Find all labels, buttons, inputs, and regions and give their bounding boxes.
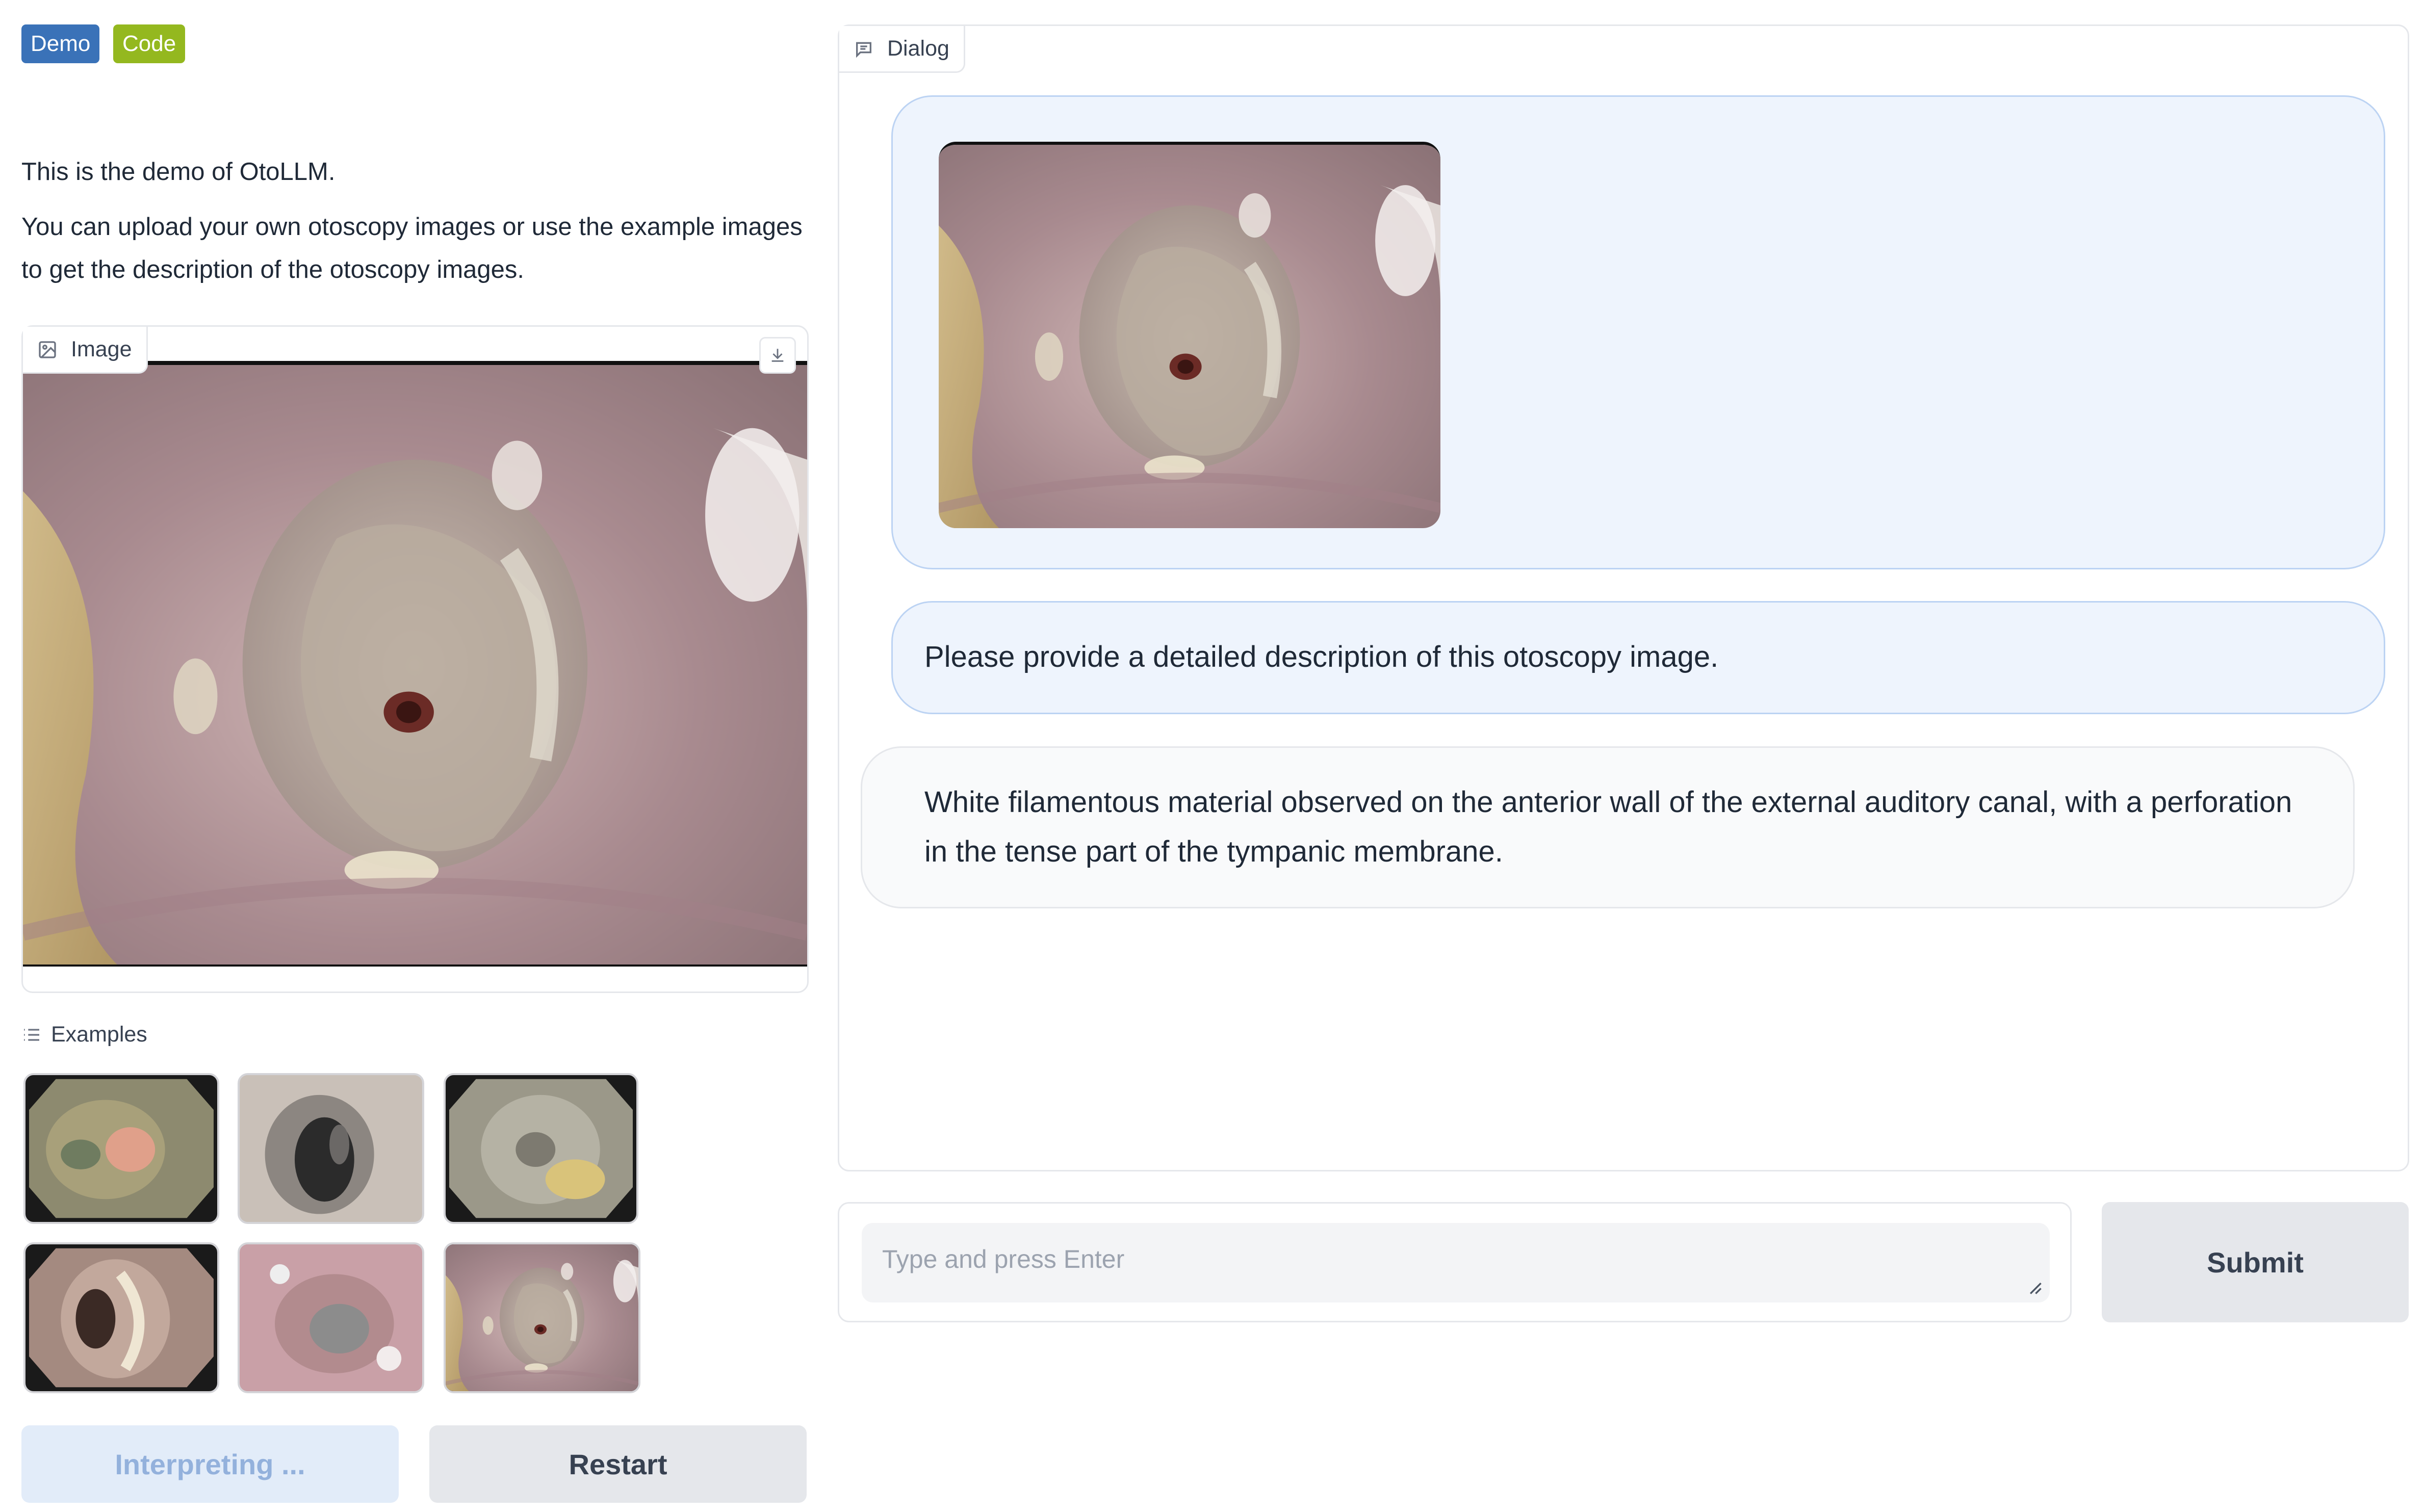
dialog-panel: Dialog Please provide a detailed descrip… (838, 24, 2409, 1171)
image-panel[interactable]: Image (21, 325, 809, 993)
example-thumb-2[interactable] (238, 1073, 424, 1224)
image-panel-label-text: Image (71, 337, 132, 361)
image-icon (39, 341, 56, 358)
resize-handle-icon[interactable] (2025, 1278, 2043, 1295)
example-thumb-1[interactable] (23, 1073, 219, 1224)
interpret-button[interactable]: Interpreting ... (21, 1425, 399, 1503)
chat-input-placeholder: Type and press Enter (882, 1245, 1125, 1273)
dialog-panel-label: Dialog (839, 26, 965, 73)
image-panel-label: Image (23, 327, 148, 374)
user-message-text: Please provide a detailed description of… (924, 640, 1719, 673)
download-button[interactable] (759, 337, 796, 374)
user-image-message (891, 95, 2385, 569)
examples-label: Examples (51, 1022, 147, 1047)
restart-button[interactable]: Restart (429, 1425, 807, 1503)
demo-badge-link[interactable]: Demo (21, 24, 100, 63)
example-thumb-3[interactable] (444, 1073, 638, 1224)
user-text-message: Please provide a detailed description of… (891, 601, 2385, 714)
chat-input-panel: Type and press Enter (838, 1202, 2072, 1322)
intro-title: This is the demo of OtoLLM. (21, 158, 336, 186)
example-thumb-5[interactable] (238, 1242, 424, 1393)
list-icon (24, 1028, 39, 1041)
chat-input-field[interactable]: Type and press Enter (862, 1223, 2050, 1302)
message-otoscopy-image (939, 142, 1440, 528)
dialog-panel-label-text: Dialog (887, 36, 949, 61)
intro-description: You can upload your own otoscopy images … (21, 213, 803, 283)
example-thumb-4[interactable] (23, 1242, 219, 1393)
example-thumb-6[interactable] (444, 1242, 640, 1393)
submit-button[interactable]: Submit (2102, 1202, 2409, 1322)
assistant-message: White filamentous material observed on t… (861, 746, 2355, 908)
examples-header: Examples (21, 1022, 147, 1047)
code-badge-link[interactable]: Code (113, 24, 186, 63)
chat-icon (856, 42, 871, 58)
uploaded-otoscopy-image (23, 361, 807, 967)
download-icon (771, 349, 784, 362)
assistant-message-text: White filamentous material observed on t… (924, 786, 2292, 868)
